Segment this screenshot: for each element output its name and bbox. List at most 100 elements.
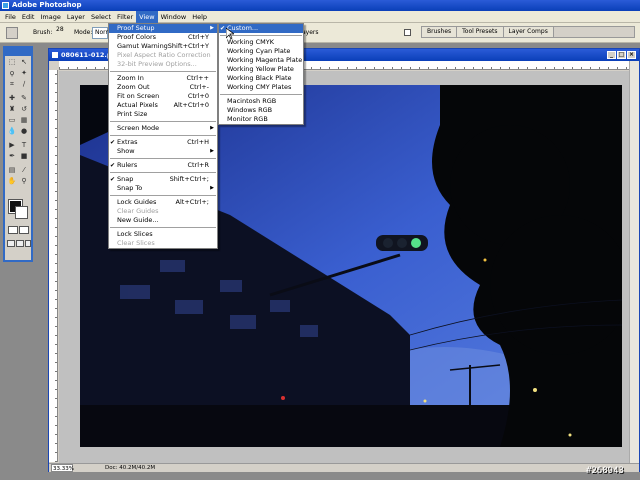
- eraser-icon[interactable]: ▭: [7, 116, 17, 125]
- view-menu: Proof Setup ▶ Proof Colors Ctrl+Y Gamut Warn…: [108, 23, 218, 249]
- tab-brushes[interactable]: Brushes: [422, 27, 458, 37]
- view-menu-item-screen-mode[interactable]: Screen Mode ▶: [109, 124, 217, 133]
- screen-mode-full-menu-icon[interactable]: [16, 240, 24, 247]
- view-menu-item-show[interactable]: Show ▶: [109, 147, 217, 156]
- menu-item-label: Proof Setup: [117, 24, 155, 32]
- view-menu-item-snap[interactable]: ✔ Snap Shift+Ctrl+;: [109, 175, 217, 184]
- menu-item-label: Show: [117, 147, 135, 155]
- view-menu-item-zoom-out[interactable]: Zoom Out Ctrl+-: [109, 83, 217, 92]
- view-menu-item-proof-setup[interactable]: Proof Setup ▶: [109, 24, 217, 33]
- menu-separator: [110, 71, 216, 72]
- brush-tool-icon[interactable]: ✎: [19, 94, 29, 103]
- shape-tool-icon[interactable]: ■: [19, 152, 29, 161]
- proof-setup-item-working-cmy-plates[interactable]: Working CMY Plates: [219, 83, 303, 92]
- proof-setup-item-monitor-rgb[interactable]: Monitor RGB: [219, 115, 303, 124]
- gradient-icon[interactable]: ▦: [19, 116, 29, 125]
- screen-mode-full-icon[interactable]: [25, 240, 31, 247]
- view-menu-item-rulers[interactable]: ✔ Rulers Ctrl+R: [109, 161, 217, 170]
- view-menu-item-snap-to[interactable]: Snap To ▶: [109, 184, 217, 193]
- menu-item-shortcut: Shift+Ctrl+Y: [167, 42, 209, 50]
- mode-select[interactable]: Norm: [92, 27, 111, 39]
- close-button[interactable]: ×: [627, 51, 636, 59]
- view-menu-item-gamut-warning[interactable]: Gamut Warning Shift+Ctrl+Y: [109, 42, 217, 51]
- proof-setup-item-working-black-plate[interactable]: Working Black Plate: [219, 74, 303, 83]
- tab-layer-comps[interactable]: Layer Comps: [503, 27, 554, 37]
- menu-separator: [110, 195, 216, 196]
- proof-setup-item-working-cyan-plate[interactable]: Working Cyan Plate: [219, 47, 303, 56]
- view-menu-item-zoom-in[interactable]: Zoom In Ctrl++: [109, 74, 217, 83]
- menu-help[interactable]: Help: [189, 11, 210, 23]
- vertical-ruler[interactable]: [49, 70, 58, 462]
- menu-file[interactable]: File: [2, 11, 19, 23]
- mode-label: Mode:: [74, 29, 93, 36]
- crop-tool-icon[interactable]: ⌗: [7, 80, 17, 89]
- menu-item-label: Actual Pixels: [117, 101, 158, 109]
- view-menu-item-lock-slices[interactable]: Lock Slices: [109, 230, 217, 239]
- blur-icon[interactable]: 💧: [7, 127, 17, 136]
- view-menu-item-print-size[interactable]: Print Size: [109, 110, 217, 119]
- menu-filter[interactable]: Filter: [114, 11, 136, 23]
- brush-size[interactable]: 28: [56, 26, 64, 33]
- view-menu-item-lock-guides[interactable]: Lock Guides Alt+Ctrl+;: [109, 198, 217, 207]
- menu-window[interactable]: Window: [158, 11, 190, 23]
- mouse-cursor-icon: [226, 28, 234, 40]
- menu-view[interactable]: View: [136, 10, 158, 23]
- vertical-scrollbar[interactable]: [629, 61, 639, 463]
- view-menu-item-proof-colors[interactable]: Proof Colors Ctrl+Y: [109, 33, 217, 42]
- menu-item-shortcut: Ctrl+-: [189, 83, 209, 91]
- path-selection-icon[interactable]: ▶: [7, 141, 17, 150]
- healing-brush-icon[interactable]: ✚: [7, 94, 17, 103]
- aligned-checkbox[interactable]: [404, 29, 411, 36]
- menu-image[interactable]: Image: [37, 11, 63, 23]
- view-menu-item-actual-pixels[interactable]: Actual Pixels Alt+Ctrl+0: [109, 101, 217, 110]
- hand-tool-icon[interactable]: ✋: [7, 177, 17, 186]
- dodge-icon[interactable]: ●: [19, 127, 29, 136]
- proof-setup-item-macintosh-rgb[interactable]: Macintosh RGB: [219, 97, 303, 106]
- menu-item-label: Zoom In: [117, 74, 144, 82]
- marquee-tool-icon[interactable]: ⬚: [7, 58, 17, 67]
- background-color-swatch[interactable]: [15, 206, 28, 219]
- screen-mode-standard-icon[interactable]: [7, 240, 15, 247]
- proof-setup-item-windows-rgb[interactable]: Windows RGB: [219, 106, 303, 115]
- type-tool-icon[interactable]: T: [19, 141, 29, 150]
- view-menu-item-fit-on-screen[interactable]: Fit on Screen Ctrl+0: [109, 92, 217, 101]
- pen-tool-icon[interactable]: ✒: [7, 152, 17, 161]
- standard-mode-icon[interactable]: [8, 226, 18, 234]
- menu-layer[interactable]: Layer: [64, 11, 88, 23]
- brush-label: Brush:: [33, 29, 53, 36]
- proof-setup-item-working-yellow-plate[interactable]: Working Yellow Plate: [219, 65, 303, 74]
- menu-edit[interactable]: Edit: [19, 11, 38, 23]
- view-menu-item-32-bit-preview-options: 32-bit Preview Options...: [109, 60, 217, 69]
- maximize-button[interactable]: □: [617, 51, 626, 59]
- status-bar: 33.33% Doc: 40.2M/40.2M: [49, 463, 639, 472]
- move-tool-icon[interactable]: ↖: [19, 58, 29, 67]
- magic-wand-icon[interactable]: ✦: [19, 69, 29, 78]
- menu-item-shortcut: Shift+Ctrl+;: [169, 175, 209, 183]
- proof-setup-item-working-magenta-plate[interactable]: Working Magenta Plate: [219, 56, 303, 65]
- document-icon: [52, 52, 58, 58]
- lasso-tool-icon[interactable]: ϙ: [7, 69, 17, 78]
- eyedropper-icon[interactable]: ⁄: [19, 166, 29, 175]
- menu-separator: [110, 135, 216, 136]
- view-menu-item-extras[interactable]: ✔ Extras Ctrl+H: [109, 138, 217, 147]
- minimize-button[interactable]: _: [607, 51, 616, 59]
- menu-item-shortcut: Ctrl+R: [187, 161, 209, 169]
- checkmark-icon: ✔: [110, 162, 116, 169]
- tab-tool-presets[interactable]: Tool Presets: [457, 27, 504, 37]
- checkmark-icon: ✔: [220, 25, 226, 32]
- tool-preset-picker[interactable]: [6, 27, 18, 39]
- menu-item-label: Clear Slices: [117, 239, 155, 247]
- slice-tool-icon[interactable]: ∕: [19, 80, 29, 89]
- view-menu-item-new-guide[interactable]: New Guide...: [109, 216, 217, 225]
- notes-icon[interactable]: ▤: [7, 166, 17, 175]
- clone-stamp-icon[interactable]: ♜: [7, 105, 17, 114]
- history-brush-icon[interactable]: ↺: [19, 105, 29, 114]
- menu-separator: [110, 227, 216, 228]
- zoom-level-field[interactable]: 33.33%: [51, 464, 74, 472]
- menu-item-shortcut: Ctrl++: [186, 74, 209, 82]
- menu-select[interactable]: Select: [88, 11, 114, 23]
- toolbox-header[interactable]: [5, 48, 31, 56]
- quick-mask-icon[interactable]: [19, 226, 29, 234]
- zoom-tool-icon[interactable]: ⚲: [19, 177, 29, 186]
- menu-item-label: Proof Colors: [117, 33, 156, 41]
